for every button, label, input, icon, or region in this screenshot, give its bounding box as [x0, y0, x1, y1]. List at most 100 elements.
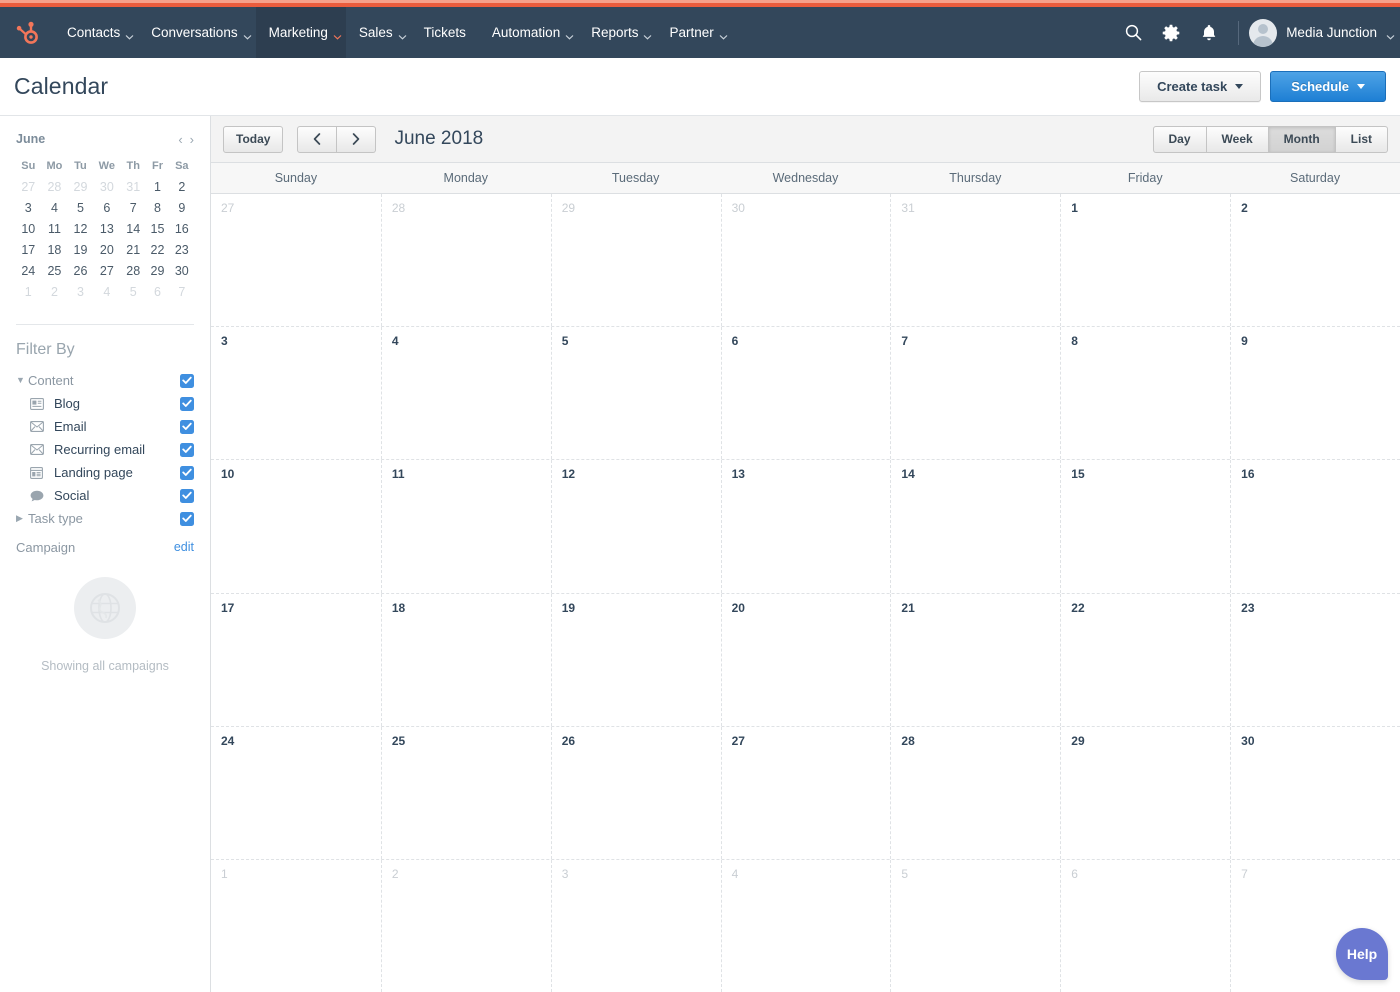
mini-calendar-day[interactable]: 1 [16, 281, 41, 302]
filter-row-recurring-email[interactable]: Recurring email [0, 438, 210, 461]
filter-checkbox[interactable] [180, 442, 194, 457]
mini-calendar-day[interactable]: 2 [170, 176, 194, 197]
mini-calendar-day[interactable]: 9 [170, 197, 194, 218]
calendar-day-cell[interactable]: 20 [720, 593, 891, 726]
filter-row-blog[interactable]: Blog [0, 392, 210, 415]
mini-calendar-day[interactable]: 7 [121, 197, 145, 218]
view-tab-week[interactable]: Week [1206, 125, 1269, 153]
hubspot-logo[interactable] [0, 7, 54, 58]
calendar-day-cell[interactable]: 1 [1060, 194, 1230, 327]
account-menu[interactable]: Media Junction [1249, 18, 1395, 47]
nav-item-partner[interactable]: Partner [656, 7, 731, 58]
calendar-day-cell[interactable]: 16 [1230, 460, 1400, 593]
mini-calendar-day[interactable]: 28 [121, 260, 145, 281]
mini-calendar-day[interactable]: 25 [41, 260, 69, 281]
mini-calendar-day[interactable]: 4 [41, 197, 69, 218]
calendar-day-cell[interactable]: 3 [211, 327, 381, 459]
filter-row-social[interactable]: Social [0, 484, 210, 507]
mini-calendar-day[interactable]: 31 [121, 176, 145, 197]
mini-calendar-day[interactable]: 24 [16, 260, 41, 281]
calendar-day-cell[interactable]: 29 [1060, 726, 1230, 859]
mini-calendar-next-icon[interactable]: › [190, 133, 194, 146]
calendar-day-cell[interactable]: 17 [211, 594, 381, 726]
calendar-day-cell[interactable]: 2 [1230, 194, 1400, 327]
calendar-day-cell[interactable]: 5 [890, 859, 1060, 992]
mini-calendar-day[interactable]: 6 [93, 197, 121, 218]
calendar-day-cell[interactable]: 23 [1230, 593, 1400, 726]
calendar-day-cell[interactable]: 30 [1230, 726, 1400, 859]
mini-calendar-day[interactable]: 4 [93, 281, 121, 302]
calendar-day-cell[interactable]: 4 [720, 859, 891, 992]
mini-calendar-day[interactable]: 13 [93, 218, 121, 239]
calendar-day-cell[interactable]: 8 [1060, 327, 1230, 460]
mini-calendar-day[interactable]: 8 [145, 197, 169, 218]
nav-item-contacts[interactable]: Contacts [54, 7, 138, 58]
mini-calendar-day[interactable]: 10 [16, 218, 41, 239]
mini-calendar-day[interactable]: 20 [93, 239, 121, 260]
calendar-day-cell[interactable]: 3 [550, 859, 721, 992]
search-icon[interactable] [1114, 7, 1152, 58]
calendar-day-cell[interactable]: 9 [1230, 327, 1400, 460]
mini-calendar-day[interactable]: 16 [170, 218, 194, 239]
calendar-day-cell[interactable]: 15 [1060, 460, 1230, 593]
mini-calendar-day[interactable]: 27 [16, 176, 41, 197]
filter-checkbox[interactable] [180, 396, 194, 411]
filter-row-landing-page[interactable]: Landing page [0, 461, 210, 484]
calendar-day-cell[interactable]: 13 [720, 460, 891, 593]
mini-calendar-day[interactable]: 2 [41, 281, 69, 302]
mini-calendar-day[interactable]: 5 [68, 197, 92, 218]
calendar-day-cell[interactable]: 19 [550, 593, 721, 726]
calendar-day-cell[interactable]: 26 [550, 726, 721, 859]
mini-calendar-day[interactable]: 14 [121, 218, 145, 239]
mini-calendar-day[interactable]: 29 [68, 176, 92, 197]
calendar-day-cell[interactable]: 6 [720, 327, 891, 460]
mini-calendar-day[interactable]: 30 [170, 260, 194, 281]
mini-calendar-day[interactable]: 11 [41, 218, 69, 239]
calendar-day-cell[interactable]: 6 [1060, 859, 1230, 992]
mini-calendar-day[interactable]: 22 [145, 239, 169, 260]
calendar-day-cell[interactable]: 29 [550, 194, 721, 327]
mini-calendar-day[interactable]: 7 [170, 281, 194, 302]
filter-row-email[interactable]: Email [0, 415, 210, 438]
calendar-day-cell[interactable]: 18 [380, 593, 551, 726]
mini-calendar-day[interactable]: 23 [170, 239, 194, 260]
calendar-day-cell[interactable]: 28 [890, 726, 1060, 859]
calendar-day-cell[interactable]: 22 [1060, 593, 1230, 726]
nav-item-reports[interactable]: Reports [578, 7, 656, 58]
mini-calendar-day[interactable]: 3 [16, 197, 41, 218]
calendar-day-cell[interactable]: 10 [211, 460, 381, 592]
mini-calendar-day[interactable]: 15 [145, 218, 169, 239]
schedule-button[interactable]: Schedule [1270, 71, 1386, 102]
calendar-day-cell[interactable]: 30 [720, 194, 891, 327]
view-tab-day[interactable]: Day [1152, 125, 1207, 153]
calendar-day-cell[interactable]: 14 [890, 460, 1060, 593]
mini-calendar-day[interactable]: 18 [41, 239, 69, 260]
nav-item-sales[interactable]: Sales [346, 7, 411, 58]
nav-item-automation[interactable]: Automation [479, 7, 578, 58]
filter-checkbox[interactable] [180, 465, 194, 480]
filter-checkbox[interactable] [180, 488, 194, 503]
today-button[interactable]: Today [223, 125, 284, 153]
mini-calendar-day[interactable]: 5 [121, 281, 145, 302]
mini-calendar-day[interactable]: 19 [68, 239, 92, 260]
filter-row-task-type[interactable]: ▶ Task type [0, 507, 210, 530]
mini-calendar-prev-icon[interactable]: ‹ [178, 133, 182, 146]
calendar-day-cell[interactable]: 28 [380, 194, 551, 327]
calendar-day-cell[interactable]: 21 [890, 593, 1060, 726]
calendar-day-cell[interactable]: 7 [890, 327, 1060, 460]
next-period-button[interactable] [337, 125, 377, 153]
calendar-day-cell[interactable]: 27 [211, 194, 381, 326]
calendar-day-cell[interactable]: 2 [380, 859, 551, 992]
mini-calendar-day[interactable]: 26 [68, 260, 92, 281]
mini-calendar-day[interactable]: 29 [145, 260, 169, 281]
gear-icon[interactable] [1152, 7, 1190, 58]
prev-period-button[interactable] [297, 125, 338, 153]
filter-checkbox[interactable] [180, 373, 194, 388]
view-tab-list[interactable]: List [1335, 125, 1388, 153]
calendar-day-cell[interactable]: 1 [211, 860, 381, 992]
calendar-day-cell[interactable]: 4 [380, 327, 551, 460]
bell-icon[interactable] [1190, 7, 1228, 58]
calendar-day-cell[interactable]: 27 [720, 726, 891, 859]
twisty-expanded-icon[interactable]: ▼ [16, 376, 28, 385]
mini-calendar-day[interactable]: 12 [68, 218, 92, 239]
